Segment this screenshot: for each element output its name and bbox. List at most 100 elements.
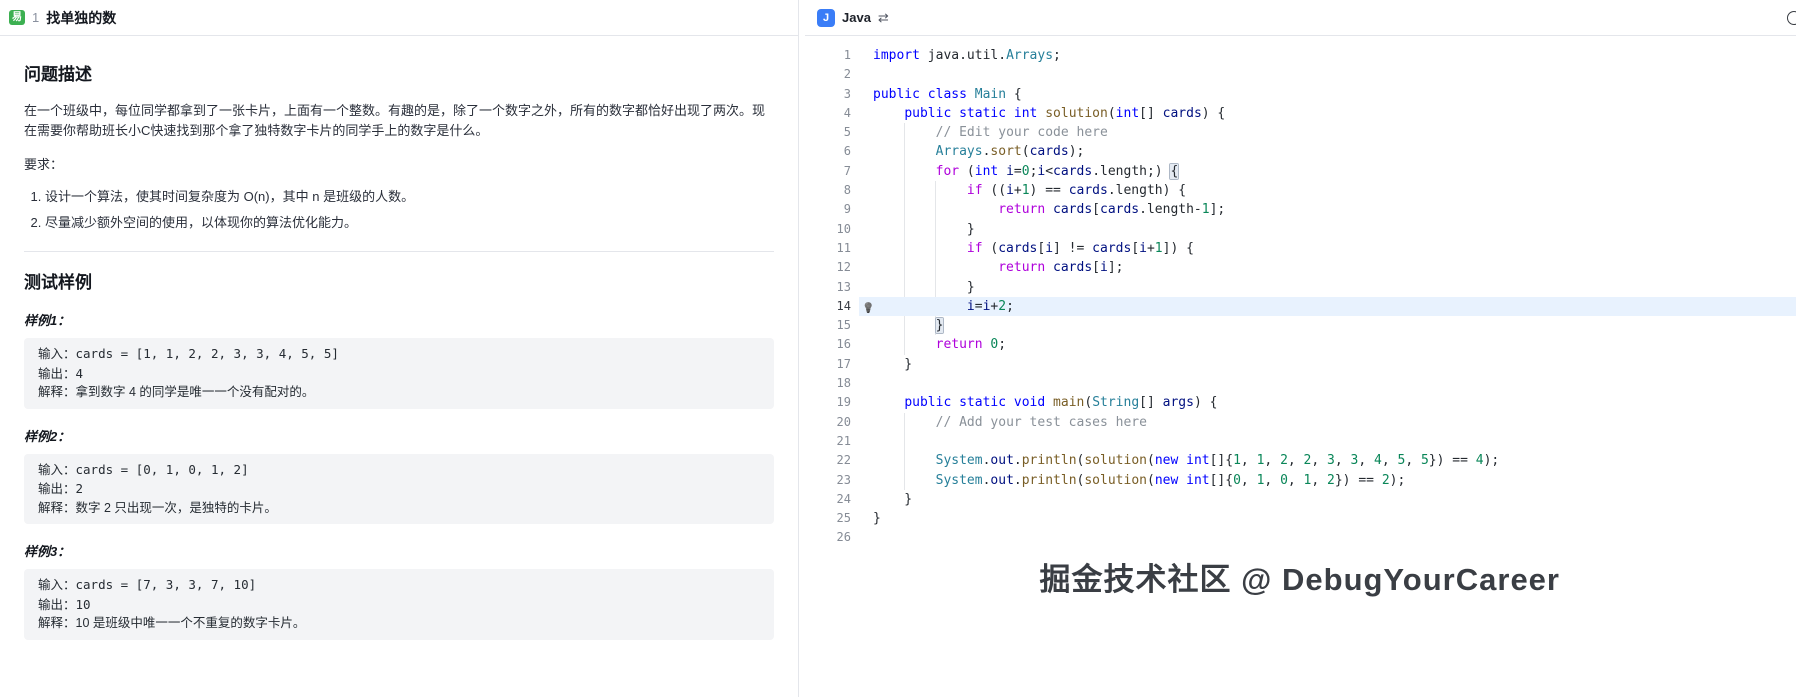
line-number: 26 (836, 530, 851, 545)
code-text: System.out.println(solution(new int[]{0,… (935, 472, 1406, 488)
code-line-row[interactable]: 20 // Add your test cases here (805, 413, 1796, 432)
line-number: 22 (836, 453, 851, 468)
code-line-row[interactable]: 19 public static void main(String[] args… (805, 393, 1796, 412)
code-line-row[interactable]: 10 } (805, 220, 1796, 239)
code-line-row[interactable]: 23 System.out.println(solution(new int[]… (805, 471, 1796, 490)
line-number: 9 (843, 202, 851, 217)
settings-icon[interactable] (1787, 11, 1796, 25)
code-text: if (cards[i] != cards[i+1]) { (966, 240, 1194, 256)
java-icon: J (817, 8, 835, 27)
code-text: } (873, 356, 913, 372)
code-text: return 0; (935, 337, 1007, 353)
requirement-item: 尽量减少额外空间的使用，以体现你的算法优化能力。 (45, 213, 774, 233)
line-number: 16 (836, 337, 851, 352)
code-text: // Edit your code here (935, 125, 1108, 141)
code-line-row[interactable]: 4 public static int solution(int[] cards… (805, 104, 1796, 123)
code-line-row[interactable]: 14 i=i+2; 💡 (805, 296, 1796, 317)
watermark: 掘金技术社区 @ DebugYourCareer (1039, 562, 1560, 597)
code-line-row[interactable]: 13 } (805, 278, 1796, 297)
code-text: return cards[cards.length-1]; (998, 202, 1226, 218)
requirements-list: 设计一个算法，使其时间复杂度为 O(n)，其中 n 是班级的人数。尽量减少额外空… (24, 187, 774, 233)
example-output: 输出：10 (38, 596, 91, 612)
line-number: 12 (836, 260, 851, 275)
language-selector[interactable]: J Java ⇄ (817, 8, 889, 27)
line-number: 25 (836, 511, 851, 526)
code-line-row[interactable]: 6 Arrays.sort(cards); (805, 142, 1796, 161)
code-line-row[interactable]: 1 import java.util.Arrays; (805, 46, 1796, 65)
code-text: public static int solution(int[] cards) … (904, 105, 1226, 121)
code-line-row[interactable]: 22 System.out.println(solution(new int[]… (805, 451, 1796, 470)
line-number: 8 (843, 183, 851, 198)
example-explain: 解释：10 是班级中唯一一个不重复的数字卡片。 (38, 616, 306, 630)
problem-number: 1 (32, 10, 40, 25)
editor-panel: J Java ⇄ 1 import java.util.Arrays; 2 3 publ… (805, 0, 1796, 697)
code-text: } (935, 318, 944, 334)
line-number: 24 (836, 491, 851, 506)
line-number: 13 (836, 279, 851, 294)
problem-title: 找单独的数 (46, 9, 117, 26)
line-number: 6 (843, 144, 851, 159)
example-block: 输入：cards = [7, 3, 3, 7, 10] 输出：10 解释：10 是班… (24, 569, 774, 640)
line-number: 10 (836, 221, 851, 236)
code-line-row[interactable]: 7 for (int i=0;i<cards.length;) { (805, 162, 1796, 181)
code-text: } (873, 221, 975, 237)
problem-header: 易 1 找单独的数 (0, 0, 798, 36)
line-number: 11 (836, 240, 851, 255)
code-text: public class Main { (873, 86, 1022, 102)
code-line-row[interactable]: 24 } (805, 490, 1796, 509)
line-number: 5 (843, 125, 851, 140)
line-number: 21 (836, 433, 851, 448)
line-number: 3 (843, 86, 851, 101)
example-block: 输入：cards = [1, 1, 2, 2, 3, 3, 4, 5, 5] 输出… (24, 338, 774, 409)
code-line-row[interactable]: 21 (805, 432, 1796, 451)
section-heading-description: 问题描述 (24, 65, 92, 84)
code-text: import java.util.Arrays; (873, 48, 1061, 63)
code-line-row[interactable]: 18 (805, 374, 1796, 393)
code-text: for (int i=0;i<cards.length;) { (935, 163, 1179, 179)
example-input: 输入：cards = [0, 1, 0, 1, 2] (38, 461, 249, 477)
line-number: 20 (836, 414, 851, 429)
switch-language-icon[interactable]: ⇄ (878, 10, 889, 26)
line-number: 14 (836, 298, 851, 313)
code-line-row[interactable]: 25} (805, 509, 1796, 528)
code-line-row[interactable]: 2 (805, 65, 1796, 84)
code-text: i=i+2; (966, 298, 1014, 314)
problem-panel: 易 1 找单独的数 问题描述 在一个班级中，每位同学都拿到了一张卡片，上面有一个… (0, 0, 799, 697)
requirements-label: 要求： (24, 157, 64, 172)
line-number: 19 (836, 395, 851, 410)
code-line-row[interactable]: 17 } (805, 355, 1796, 374)
example-label: 样例3： (24, 544, 71, 559)
code-line-row[interactable]: 11 if (cards[i] != cards[i+1]) { (805, 239, 1796, 258)
code-line-row[interactable]: 5 // Edit your code here (805, 123, 1796, 142)
code-text: } (873, 491, 913, 507)
editor-header: J Java ⇄ (805, 0, 1796, 36)
code-line-row[interactable]: 9 return cards[cards.length-1]; (805, 200, 1796, 219)
code-text: } (873, 279, 975, 295)
code-line-row[interactable]: 16 return 0; (805, 335, 1796, 354)
line-number: 17 (836, 356, 851, 371)
line-number: 18 (836, 376, 851, 391)
line-number: 2 (843, 67, 851, 82)
requirement-item: 设计一个算法，使其时间复杂度为 O(n)，其中 n 是班级的人数。 (45, 187, 774, 207)
example-input: 输入：cards = [1, 1, 2, 2, 3, 3, 4, 5, 5] (38, 346, 339, 361)
line-number: 7 (843, 163, 851, 178)
example-label: 样例1： (24, 313, 71, 328)
example-label: 样例2： (24, 428, 71, 444)
example-input: 输入：cards = [7, 3, 3, 7, 10] (38, 577, 257, 592)
code-line-row[interactable]: 3 public class Main { (805, 85, 1796, 104)
problem-content: 问题描述 在一个班级中，每位同学都拿到了一张卡片，上面有一个整数。有趣的是，除了… (0, 60, 798, 640)
app-window: 易 1 找单独的数 问题描述 在一个班级中，每位同学都拿到了一张卡片，上面有一个… (0, 0, 1796, 697)
example-explain: 解释：数字 2 只出现一次，是独特的卡片。 (38, 500, 277, 515)
line-number: 23 (836, 472, 851, 487)
code-text: public static void main(String[] args) { (904, 395, 1218, 411)
code-line-row[interactable]: 15 } (805, 316, 1796, 335)
code-line-row[interactable]: 12 return cards[i]; (805, 258, 1796, 277)
section-divider (24, 251, 774, 252)
code-lines: 1 import java.util.Arrays; 2 3 public class … (805, 46, 1796, 548)
code-line-row[interactable]: 8 if ((i+1) == cards.length) { (805, 181, 1796, 200)
problem-description: 在一个班级中，每位同学都拿到了一张卡片，上面有一个整数。有趣的是，除了一个数字之… (24, 103, 766, 138)
example-output: 输出：2 (38, 481, 84, 496)
code-line-row[interactable]: 26 (805, 528, 1796, 547)
